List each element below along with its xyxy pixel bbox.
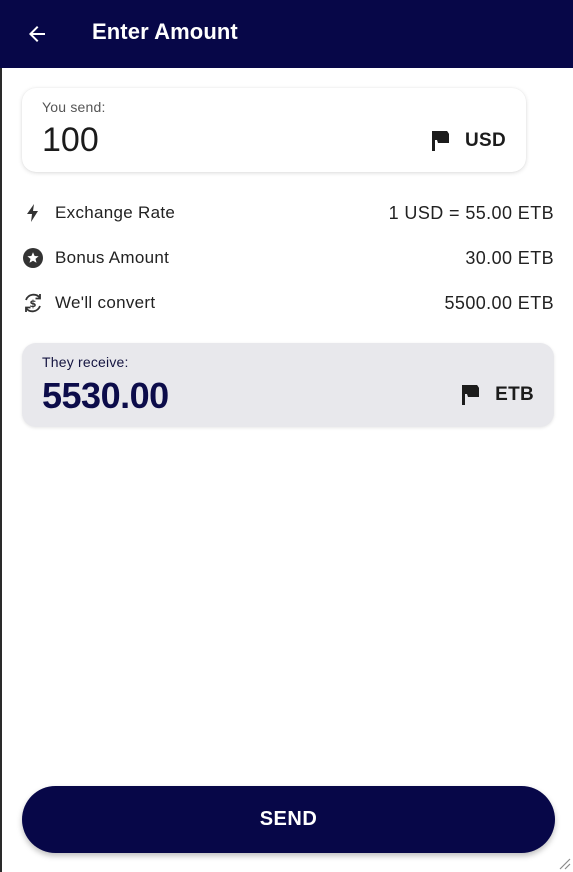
receive-amount-value: 5530.00 [42,375,169,416]
exchange-rate-row: Exchange Rate 1 USD = 55.00 ETB [22,200,554,226]
receive-label: They receive: [42,354,129,370]
svg-text:$: $ [30,299,37,310]
flag-icon [430,129,452,153]
send-amount-input[interactable] [42,121,342,160]
send-label: You send: [42,99,106,115]
send-currency-selector[interactable]: USD [430,129,506,153]
flag-icon [460,383,482,407]
receive-currency-code: ETB [495,384,534,405]
bonus-amount-row: Bonus Amount 30.00 ETB [22,245,554,271]
window-edge [0,0,2,872]
exchange-rate-value: 1 USD = 55.00 ETB [388,202,554,223]
page-title: Enter Amount [92,19,238,44]
convert-value: 5500.00 ETB [444,292,554,313]
convert-label: We'll convert [55,293,156,312]
bonus-amount-label: Bonus Amount [55,248,170,267]
flash-icon [22,202,44,224]
send-amount-card: You send: USD [22,88,526,172]
app-bar: Enter Amount [0,0,573,68]
resize-handle-icon[interactable] [555,854,571,870]
currency-exchange-icon: $ [22,292,44,314]
send-currency-code: USD [464,130,506,151]
star-circle-icon [22,247,44,269]
send-button[interactable]: SEND [22,786,555,853]
convert-row: $ We'll convert 5500.00 ETB [22,290,554,316]
arrow-left-icon [29,26,45,42]
receive-amount-card: They receive: 5530.00 ETB [22,343,554,427]
exchange-rate-label: Exchange Rate [55,203,176,222]
back-button[interactable] [20,17,54,51]
bonus-amount-value: 30.00 ETB [465,247,554,268]
receive-currency-selector[interactable]: ETB [460,383,534,407]
